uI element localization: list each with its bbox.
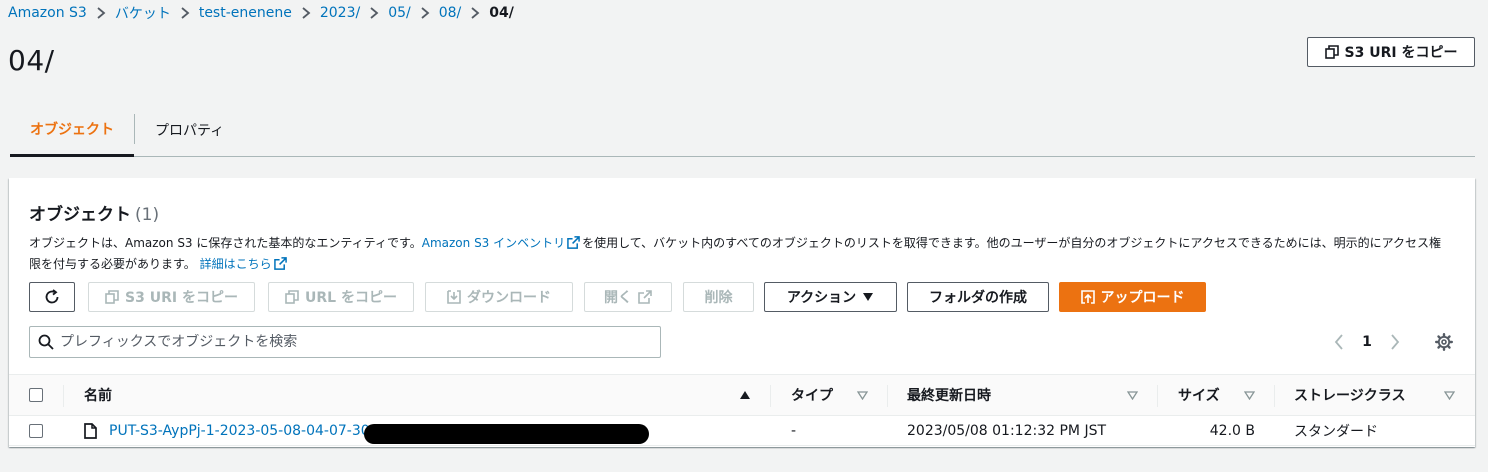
inventory-link[interactable]: Amazon S3 インベントリ	[422, 236, 565, 250]
copy-s3-uri-button[interactable]: S3 URI をコピー	[1307, 37, 1475, 67]
column-divider	[63, 385, 64, 407]
tab-divider	[134, 114, 135, 144]
object-last-modified: 2023/05/08 01:12:32 PM JST	[907, 422, 1107, 439]
previous-page-button[interactable]	[1329, 328, 1349, 356]
table-header: 名前 タイプ 最終更新日時 サイズ ストレージクラス	[9, 374, 1475, 416]
redaction-bar	[364, 424, 649, 444]
download-label: ダウンロード	[467, 290, 551, 306]
chevron-right-icon	[292, 5, 320, 21]
copy-s3-uri-label: S3 URI をコピー	[1344, 45, 1458, 61]
objects-table: 名前 タイプ 最終更新日時 サイズ ストレージクラス PUT-S3-AypPj-…	[9, 374, 1475, 446]
object-size: 42.0 B	[1209, 422, 1255, 439]
preferences-button[interactable]	[1433, 328, 1455, 356]
chevron-right-icon	[171, 5, 199, 21]
copy-s3-uri-toolbar-button[interactable]: S3 URI をコピー	[88, 282, 255, 312]
search-input[interactable]	[60, 334, 660, 350]
column-header-size[interactable]: サイズ	[1178, 375, 1220, 415]
column-header-last-modified[interactable]: 最終更新日時	[907, 375, 991, 415]
breadcrumb-amazon-s3[interactable]: Amazon S3	[8, 5, 87, 21]
object-name-link[interactable]: PUT-S3-AypPj-1-2023-05-08-04-07-30-	[109, 423, 375, 439]
refresh-button[interactable]	[29, 282, 75, 312]
select-all-checkbox[interactable]	[29, 388, 43, 402]
panel-heading: オブジェクト (1)	[29, 200, 159, 225]
copy-icon	[1324, 45, 1339, 59]
sort-ascending-icon[interactable]	[739, 375, 751, 415]
sort-icon[interactable]	[1444, 375, 1455, 415]
chevron-right-icon	[411, 5, 439, 21]
sort-icon[interactable]	[1127, 375, 1138, 415]
column-header-storage-class[interactable]: ストレージクラス	[1294, 375, 1405, 415]
panel-description: オブジェクトは、Amazon S3 に保存された基本的なエンティティです。Ama…	[29, 233, 1449, 275]
copy-url-button[interactable]: URL をコピー	[268, 282, 414, 312]
chevron-right-icon	[461, 5, 489, 21]
open-label: 開く	[604, 290, 632, 306]
file-icon	[84, 422, 97, 439]
column-divider	[1274, 385, 1275, 407]
column-divider	[1157, 385, 1158, 407]
chevron-left-icon	[1334, 334, 1343, 350]
row-checkbox[interactable]	[29, 423, 43, 438]
chevron-right-icon	[87, 5, 115, 21]
object-count: (1)	[135, 205, 160, 225]
breadcrumb-bucket[interactable]: test-enenene	[199, 5, 292, 21]
create-folder-button[interactable]: フォルダの作成	[907, 282, 1049, 312]
external-link-icon	[567, 236, 580, 249]
upload-label: アップロード	[1100, 290, 1185, 306]
copy-s3-uri-toolbar-label: S3 URI をコピー	[125, 290, 238, 306]
row-select-cell	[29, 416, 43, 445]
column-header-type[interactable]: タイプ	[791, 375, 833, 415]
chevron-right-icon	[360, 5, 388, 21]
create-folder-label: フォルダの作成	[929, 290, 1027, 306]
search-box	[29, 326, 661, 358]
upload-icon	[1080, 290, 1095, 304]
external-link-icon	[273, 257, 287, 270]
sort-icon[interactable]	[857, 375, 868, 415]
breadcrumb-folder-05[interactable]: 05/	[388, 5, 411, 21]
object-storage-class: スタンダード	[1294, 423, 1378, 440]
tab-bar: オブジェクト プロパティ	[10, 104, 1475, 157]
current-page-number[interactable]: 1	[1349, 334, 1385, 350]
upload-button[interactable]: アップロード	[1059, 282, 1206, 312]
learn-more-link[interactable]: 詳細はこちら	[200, 257, 272, 271]
objects-panel: オブジェクト (1) オブジェクトは、Amazon S3 に保存された基本的なエン…	[9, 178, 1475, 447]
actions-dropdown[interactable]: アクション	[764, 282, 897, 312]
breadcrumb-current: 04/	[489, 5, 514, 21]
breadcrumb-folder-08[interactable]: 08/	[439, 5, 462, 21]
breadcrumb-buckets[interactable]: バケット	[115, 3, 171, 23]
tab-properties[interactable]: プロパティ	[155, 104, 224, 156]
actions-label: アクション	[786, 290, 857, 306]
object-type: -	[791, 422, 797, 439]
delete-button[interactable]: 削除	[683, 282, 754, 312]
next-page-button[interactable]	[1385, 328, 1405, 356]
copy-icon	[105, 290, 119, 304]
open-button[interactable]: 開く	[584, 282, 672, 312]
download-icon	[447, 290, 461, 304]
breadcrumb: Amazon S3 バケット test-enenene 2023/ 05/ 08…	[8, 3, 514, 23]
delete-label: 削除	[704, 290, 733, 306]
column-header-name[interactable]: 名前	[84, 375, 112, 415]
pagination: 1	[1329, 328, 1405, 356]
table-row: PUT-S3-AypPj-1-2023-05-08-04-07-30- - 20…	[9, 416, 1475, 446]
chevron-right-icon	[1391, 334, 1400, 350]
gear-icon	[1435, 333, 1453, 351]
panel-heading-text: オブジェクト	[29, 205, 131, 225]
sort-icon[interactable]	[1244, 375, 1255, 415]
download-button[interactable]: ダウンロード	[425, 282, 573, 312]
desc-text-1: オブジェクトは、Amazon S3 に保存された基本的なエンティティです。	[29, 236, 422, 250]
select-all-cell	[29, 375, 43, 415]
caret-down-icon	[863, 293, 874, 301]
copy-icon	[285, 290, 299, 304]
external-link-icon	[638, 290, 652, 304]
breadcrumb-folder-2023[interactable]: 2023/	[320, 5, 360, 21]
tab-objects[interactable]: オブジェクト	[10, 104, 134, 157]
page-title: 04/	[8, 44, 55, 77]
search-icon	[38, 334, 54, 350]
copy-url-label: URL をコピー	[305, 290, 397, 306]
refresh-icon	[45, 289, 59, 304]
column-divider	[770, 385, 771, 407]
object-name-cell: PUT-S3-AypPj-1-2023-05-08-04-07-30-	[84, 416, 375, 445]
column-divider	[887, 385, 888, 407]
